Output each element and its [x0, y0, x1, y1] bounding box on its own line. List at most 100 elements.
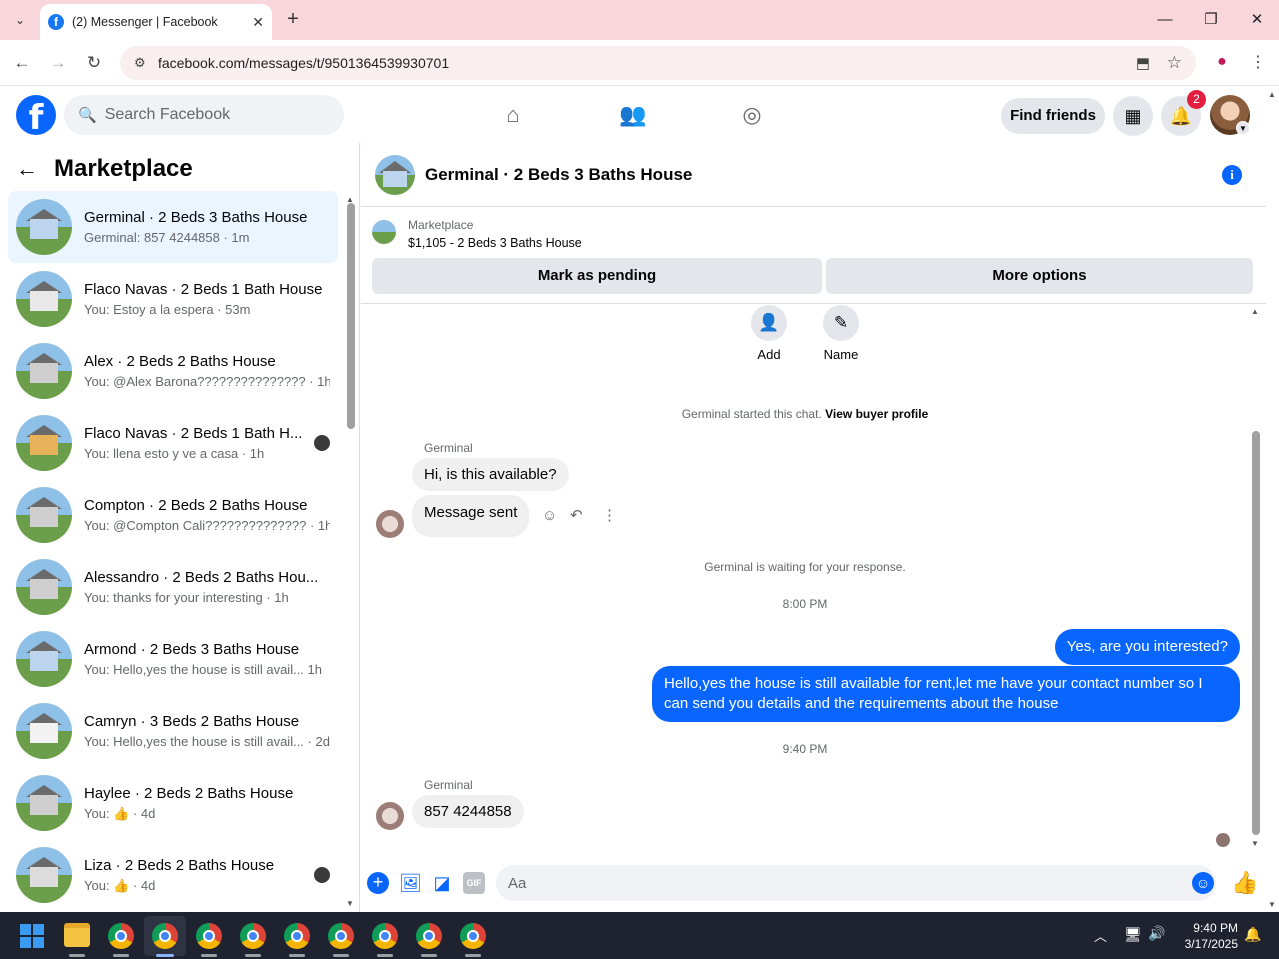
back-arrow-icon[interactable]: ←: [16, 156, 38, 182]
timestamp: 9:40 PM: [782, 742, 828, 756]
incoming-message[interactable]: Message sent: [412, 495, 530, 537]
reply-icon[interactable]: ↶: [570, 506, 583, 524]
address-bar[interactable]: ⚙ facebook.com/messages/t/95013645399307…: [120, 46, 1196, 80]
incoming-message[interactable]: 857 4244858: [412, 795, 524, 828]
scroll-down-arrow-icon[interactable]: ▼: [1251, 839, 1259, 848]
groups-icon[interactable]: ◎: [732, 99, 772, 131]
tab-close-icon[interactable]: ✕: [252, 14, 264, 31]
more-vertical-icon[interactable]: ⋮: [602, 506, 617, 524]
chrome-icon[interactable]: [284, 923, 310, 949]
photo-icon[interactable]: 🖼: [399, 872, 422, 894]
scroll-up-arrow-icon[interactable]: ▲: [1268, 90, 1276, 99]
tab-search-icon[interactable]: ⌄: [8, 8, 32, 32]
conversation-item[interactable]: Flaco Navas · 2 Beds 1 Bath H... You: lle…: [8, 407, 338, 479]
seen-avatar: [314, 435, 330, 451]
chrome-icon[interactable]: [416, 923, 442, 949]
conversation-item[interactable]: Haylee · 2 Beds 2 Baths House You: 👍 · 4d: [8, 767, 338, 839]
install-app-icon[interactable]: ⬒: [1136, 54, 1150, 72]
facebook-logo-icon[interactable]: f: [16, 95, 56, 138]
conversation-name: Liza · 2 Beds 2 Baths House: [84, 856, 275, 874]
page-scrollbar[interactable]: [1266, 87, 1279, 912]
chrome-icon[interactable]: [108, 923, 134, 949]
restore-icon[interactable]: ❐: [1196, 8, 1226, 32]
chat-listing-thumbnail[interactable]: [375, 154, 415, 195]
tab-title: (2) Messenger | Facebook: [72, 15, 218, 29]
sticker-icon[interactable]: ◪: [431, 872, 453, 894]
chrome-icon[interactable]: [152, 923, 178, 949]
listing-description[interactable]: $1,105 - 2 Beds 3 Baths House: [408, 236, 582, 250]
chrome-icon[interactable]: [372, 923, 398, 949]
name-chat-action[interactable]: ✎ Name: [823, 305, 859, 362]
running-indicator: [156, 954, 174, 957]
menu-grid-icon[interactable]: ▦: [1113, 96, 1153, 136]
search-input[interactable]: [104, 106, 325, 124]
info-icon[interactable]: i: [1222, 164, 1242, 185]
bookmark-star-icon[interactable]: ☆: [1167, 53, 1182, 73]
sender-avatar[interactable]: [376, 510, 404, 538]
scroll-down-arrow-icon[interactable]: ▼: [346, 899, 354, 908]
conversation-item[interactable]: Germinal · 2 Beds 3 Baths House Germinal:…: [8, 191, 338, 263]
chrome-icon[interactable]: [460, 923, 486, 949]
reload-icon[interactable]: ↻: [82, 51, 106, 75]
conversation-item[interactable]: Liza · 2 Beds 2 Baths House You: 👍 · 4d: [8, 839, 338, 911]
volume-icon[interactable]: 🔊: [1148, 925, 1165, 942]
outgoing-message[interactable]: Yes, are you interested?: [1054, 629, 1240, 665]
network-icon[interactable]: 🖥: [1124, 926, 1142, 943]
conversation-list-scrollbar[interactable]: [347, 203, 355, 429]
timestamp: 8:00 PM: [782, 597, 828, 611]
home-icon[interactable]: ⌂: [493, 99, 533, 131]
message-input[interactable]: [496, 865, 1216, 901]
chevron-down-icon[interactable]: ▼: [1236, 121, 1250, 135]
find-friends-button[interactable]: Find friends: [1001, 98, 1105, 134]
forward-icon[interactable]: →: [46, 51, 70, 75]
thumbs-up-icon[interactable]: 👍: [1231, 870, 1258, 896]
conversation-snippet: You: @Alex Barona??????????????? · 1h: [84, 374, 330, 389]
chrome-profile-icon[interactable]: ●: [1212, 52, 1232, 72]
windows-start-icon[interactable]: [20, 924, 44, 948]
system-clock[interactable]: 9:40 PM 3/17/2025: [1176, 920, 1238, 952]
listing-thumbnail: [16, 415, 72, 471]
sender-avatar[interactable]: [376, 802, 404, 830]
facebook-search[interactable]: 🔍: [64, 95, 344, 135]
chat-scrollbar[interactable]: [1252, 431, 1260, 835]
view-buyer-profile-link[interactable]: View buyer profile: [825, 407, 928, 421]
add-people-action[interactable]: 👤 Add: [751, 305, 787, 362]
conversation-item[interactable]: Armond · 2 Beds 3 Baths House You: Hello,…: [8, 623, 338, 695]
plus-icon[interactable]: +: [367, 872, 389, 894]
chrome-icon[interactable]: [240, 923, 266, 949]
outgoing-message[interactable]: Hello,yes the house is still available f…: [652, 666, 1240, 722]
close-window-icon[interactable]: ✕: [1242, 8, 1272, 32]
chrome-icon[interactable]: [196, 923, 222, 949]
minimize-icon[interactable]: —: [1150, 8, 1180, 32]
new-tab-icon[interactable]: +: [282, 8, 304, 30]
conversation-item[interactable]: Camryn · 3 Beds 2 Baths House You: Hello,…: [8, 695, 338, 767]
file-explorer-icon[interactable]: [64, 923, 90, 947]
conversation-item[interactable]: Compton · 2 Beds 2 Baths House You: @Comp…: [8, 479, 338, 551]
incoming-message[interactable]: Hi, is this available?: [412, 458, 569, 491]
scroll-up-arrow-icon[interactable]: ▲: [1251, 307, 1259, 316]
scroll-down-arrow-icon[interactable]: ▼: [1268, 900, 1276, 909]
conversation-item[interactable]: Alex · 2 Beds 2 Baths House You: @Alex Ba…: [8, 335, 338, 407]
chrome-icon[interactable]: [328, 923, 354, 949]
chrome-menu-icon[interactable]: ⋮: [1250, 52, 1266, 72]
add-person-icon: 👤: [751, 305, 787, 341]
running-indicator: [289, 954, 305, 957]
notification-bell-icon[interactable]: 🔔: [1244, 926, 1261, 943]
friends-icon[interactable]: 👥: [613, 99, 653, 131]
more-options-button[interactable]: More options: [826, 258, 1253, 294]
gif-icon[interactable]: GIF: [463, 872, 485, 894]
listing-thumbnail: [16, 703, 72, 759]
browser-tab[interactable]: f (2) Messenger | Facebook ✕: [40, 4, 272, 40]
mark-as-pending-button[interactable]: Mark as pending: [372, 258, 822, 294]
conversation-snippet: You: Hello,yes the house is still avail.…: [84, 662, 322, 677]
tray-chevron-up-icon[interactable]: ︿: [1094, 926, 1107, 945]
chat-title[interactable]: Germinal · 2 Beds 3 Baths House: [425, 165, 1222, 185]
chat-started-notice: Germinal started this chat. View buyer p…: [361, 407, 1249, 421]
back-icon[interactable]: ←: [10, 51, 34, 75]
site-info-icon[interactable]: ⚙: [134, 55, 152, 71]
conversation-item[interactable]: Alessandro · 2 Beds 2 Baths Hou... You: t…: [8, 551, 338, 623]
emoji-icon[interactable]: ☺: [1192, 872, 1214, 894]
listing-thumbnail: [16, 631, 72, 687]
react-smiley-icon[interactable]: ☺: [542, 507, 557, 524]
conversation-item[interactable]: Flaco Navas · 2 Beds 1 Bath House You: Es…: [8, 263, 338, 335]
